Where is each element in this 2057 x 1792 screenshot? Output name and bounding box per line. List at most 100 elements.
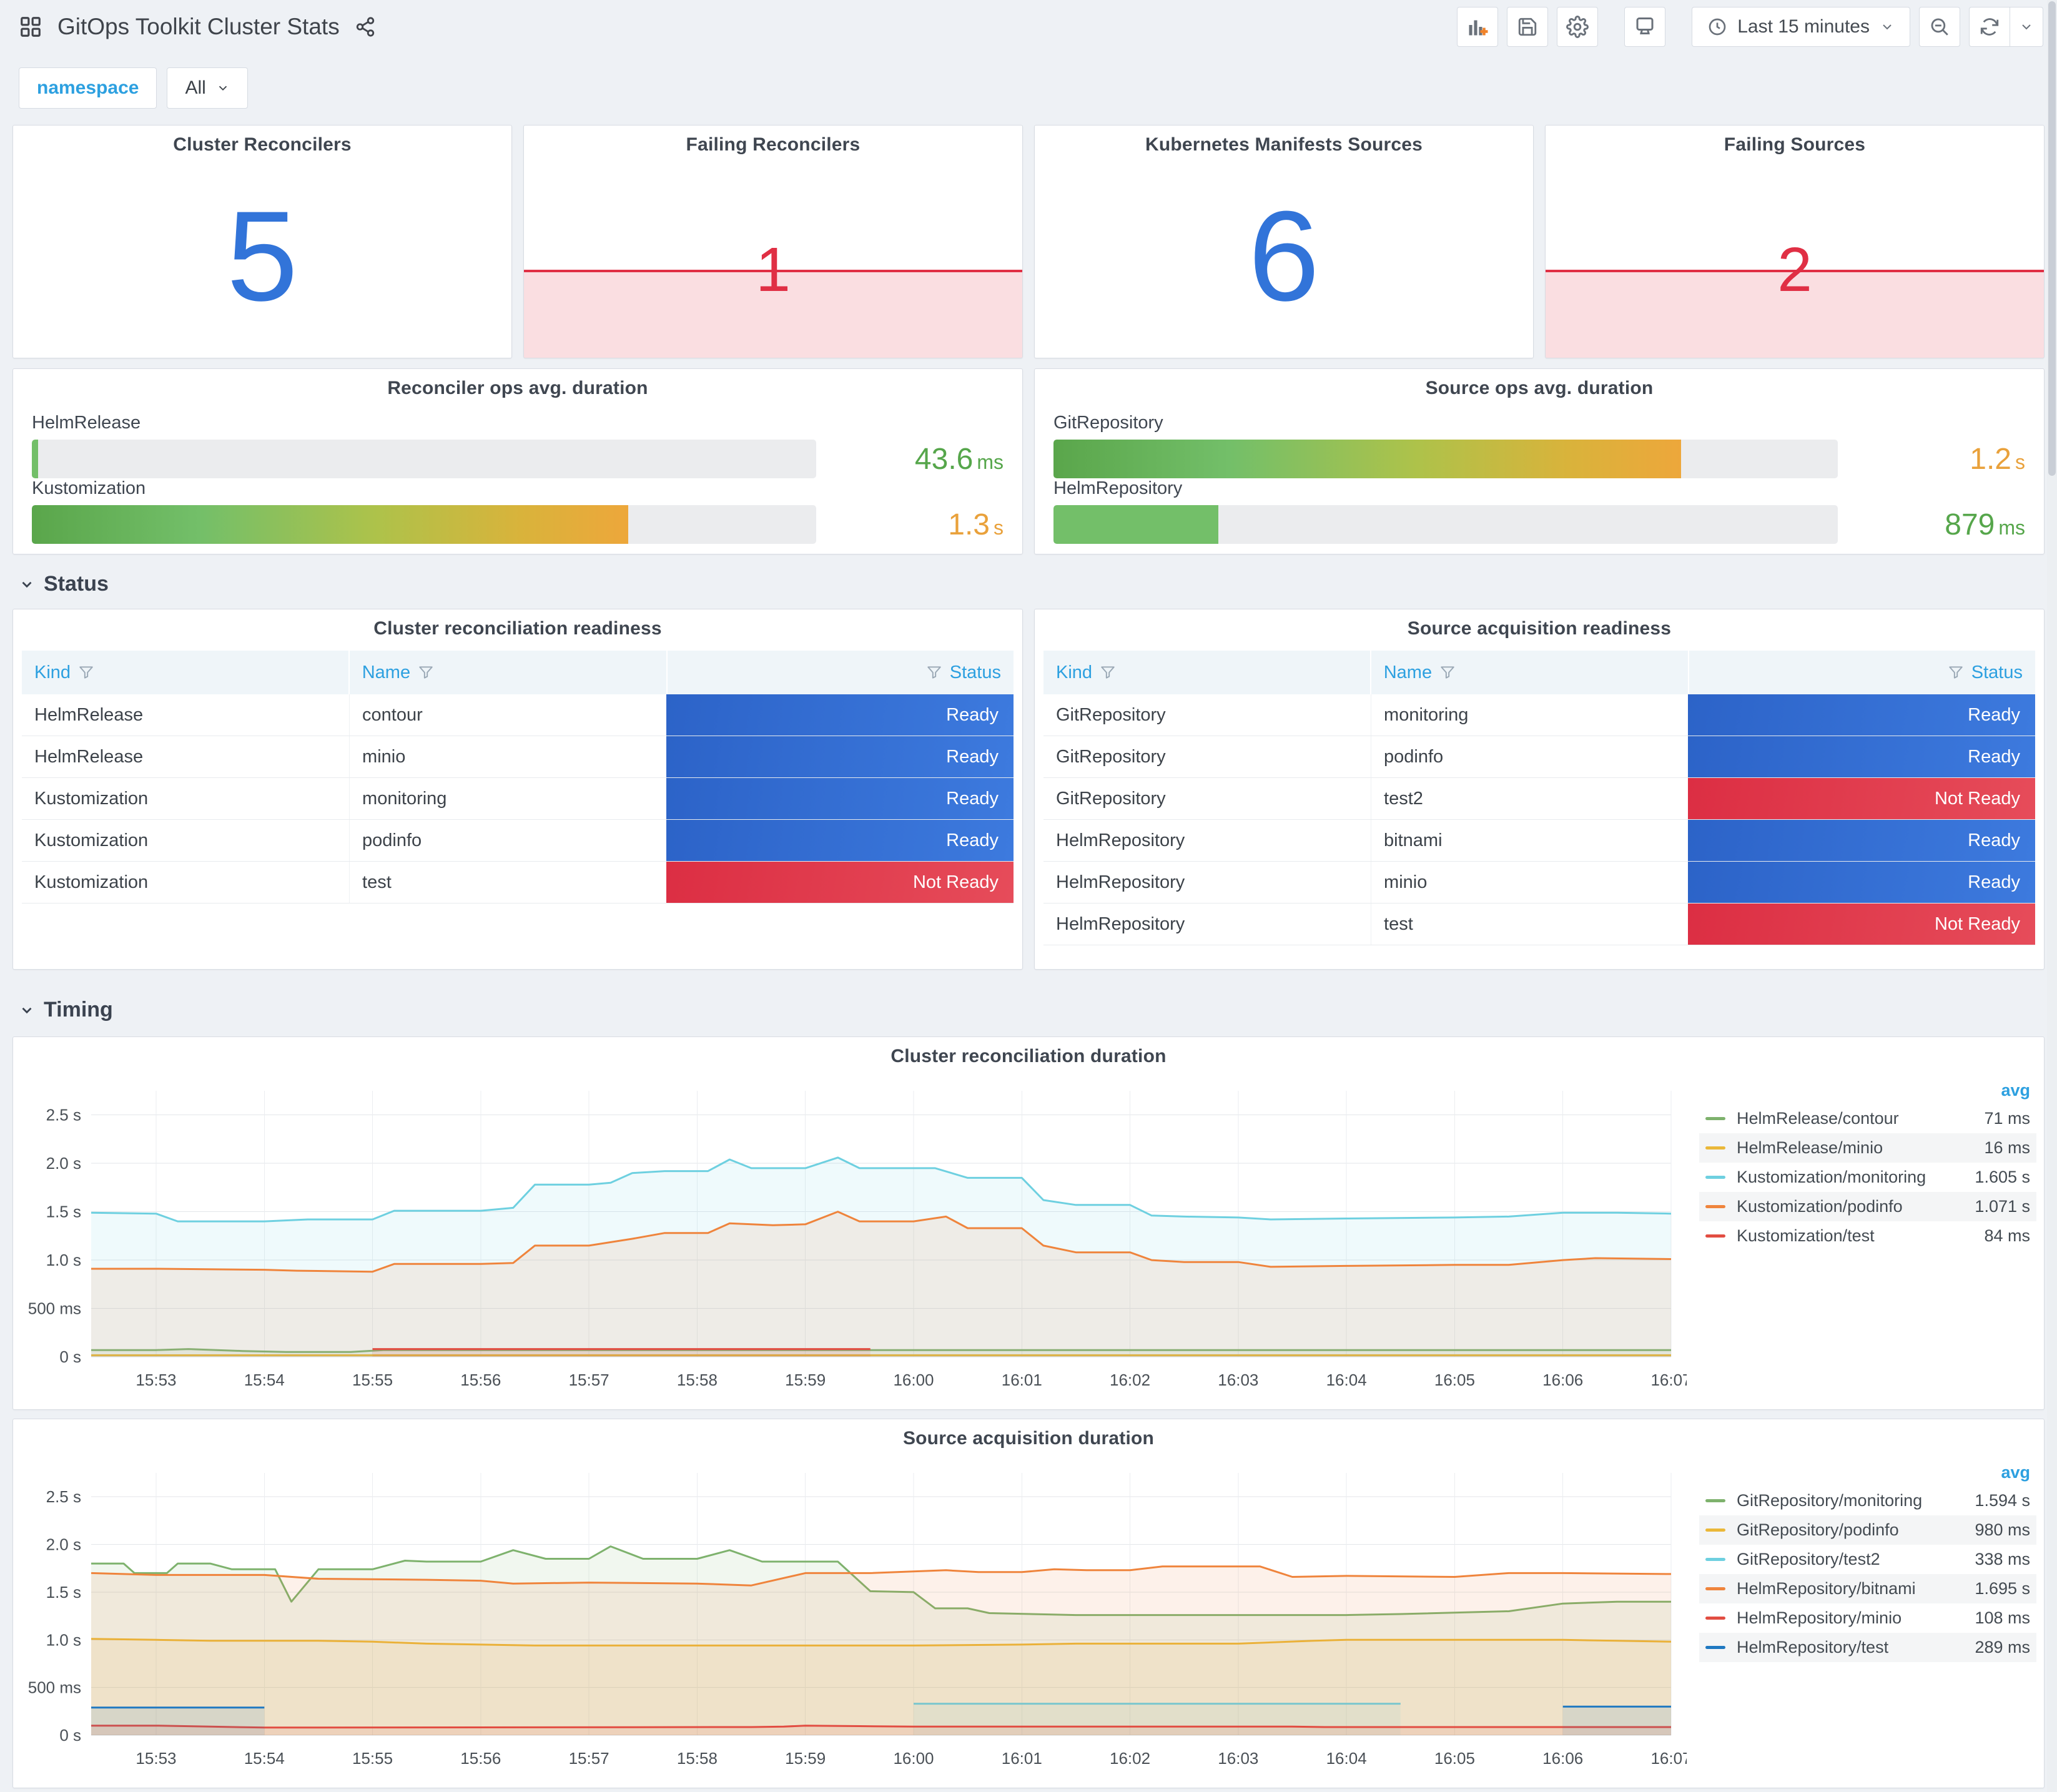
chart-panel-source-acquisition-duration: Source acquisition duration 0 s 500 ms 1.0…: [12, 1419, 2045, 1788]
legend-series-name: Kustomization/test: [1737, 1226, 1875, 1245]
time-series-plot[interactable]: 0 s 500 ms 1.0 s 1.5 s 2.0 s 2.5 s 15:53 15:54 1…: [13, 1454, 1687, 1785]
legend-series-avg: 1.695 s: [1975, 1579, 2030, 1598]
legend-item-kustomization-monitoring[interactable]: Kustomization/monitoring 1.605 s: [1699, 1163, 2036, 1192]
stat-value: 1: [756, 234, 791, 305]
table-panel-title: Cluster reconciliation readiness: [373, 618, 662, 639]
save-dashboard-button[interactable]: [1507, 7, 1549, 47]
table-row[interactable]: GitRepository monitoring Ready: [1043, 694, 2035, 736]
svg-text:16:05: 16:05: [1434, 1371, 1475, 1389]
time-range-picker[interactable]: Last 15 minutes: [1692, 7, 1910, 47]
table-row[interactable]: Kustomization test Not Ready: [22, 862, 1014, 903]
time-series-plot[interactable]: 0 s 500 ms 1.0 s 1.5 s 2.0 s 2.5 s 15:53 15:54 1…: [13, 1072, 1687, 1407]
chart-legend: avg HelmRelease/contour 71 ms HelmRelease/m…: [1699, 1077, 2036, 1251]
svg-text:15:56: 15:56: [460, 1371, 501, 1389]
column-header-kind[interactable]: Kind: [1043, 651, 1370, 694]
chart-title: Cluster reconciliation duration: [890, 1046, 1167, 1066]
share-icon[interactable]: [355, 16, 376, 37]
section-status-label: Status: [44, 572, 109, 596]
refresh-interval-dropdown[interactable]: [2010, 7, 2043, 47]
add-panel-button[interactable]: [1457, 7, 1499, 47]
variables-bar: namespace All: [19, 67, 248, 109]
legend-item-helmrelease-minio[interactable]: HelmRelease/minio 16 ms: [1699, 1133, 2036, 1163]
column-header-kind[interactable]: Kind: [22, 651, 348, 694]
gauge-label: GitRepository: [1053, 413, 1163, 433]
legend-series-color: [1705, 1146, 1725, 1150]
svg-text:2.0 s: 2.0 s: [46, 1154, 81, 1173]
cell-name: monitoring: [1371, 694, 1688, 736]
legend-item-kustomization-test[interactable]: Kustomization/test 84 ms: [1699, 1221, 2036, 1251]
column-header-status[interactable]: Status: [667, 651, 1014, 694]
table-row[interactable]: HelmRepository minio Ready: [1043, 862, 2035, 903]
filter-funnel-icon[interactable]: [926, 664, 942, 681]
stat-panel-title: Kubernetes Manifests Sources: [1145, 134, 1423, 155]
cell-kind: HelmRepository: [1056, 830, 1185, 850]
legend-item-gitrepository-monitoring[interactable]: GitRepository/monitoring 1.594 s: [1699, 1486, 2036, 1515]
legend-item-helmrepository-test[interactable]: HelmRepository/test 289 ms: [1699, 1633, 2036, 1662]
legend-item-helmrepository-minio[interactable]: HelmRepository/minio 108 ms: [1699, 1603, 2036, 1633]
svg-text:15:56: 15:56: [460, 1749, 501, 1768]
refresh-button[interactable]: [1969, 7, 2010, 47]
table-row[interactable]: HelmRelease minio Ready: [22, 736, 1014, 778]
dashboard-grid-icon[interactable]: [19, 15, 42, 39]
svg-text:1.5 s: 1.5 s: [46, 1583, 81, 1602]
section-timing[interactable]: Timing: [19, 998, 113, 1022]
gauge-label: HelmRepository: [1053, 478, 1183, 498]
cell-name: monitoring: [349, 778, 666, 819]
chevron-down-icon: [22, 1007, 32, 1013]
legend-series-color: [1705, 1499, 1725, 1502]
column-header-name[interactable]: Name: [1371, 651, 1688, 694]
page-scrollbar[interactable]: [2047, 0, 2057, 1792]
cell-status: Ready: [666, 820, 1014, 861]
cell-name: test: [349, 862, 666, 903]
svg-text:15:57: 15:57: [569, 1749, 609, 1768]
filter-funnel-icon[interactable]: [1439, 664, 1456, 681]
readiness-table: Kind Name Status GitRepository monitoring Rea…: [1043, 651, 2035, 964]
gauge-fill: [1053, 440, 1681, 478]
legend-series-color: [1705, 1646, 1725, 1649]
variable-namespace-value-dropdown[interactable]: All: [167, 67, 248, 109]
filter-funnel-icon[interactable]: [78, 664, 94, 681]
table-row[interactable]: HelmRelease contour Ready: [22, 694, 1014, 736]
legend-avg-header[interactable]: avg: [1699, 1459, 2036, 1486]
legend-item-helmrepository-bitnami[interactable]: HelmRepository/bitnami 1.695 s: [1699, 1574, 2036, 1603]
legend-item-helmrelease-contour[interactable]: HelmRelease/contour 71 ms: [1699, 1104, 2036, 1133]
legend-item-gitrepository-podinfo[interactable]: GitRepository/podinfo 980 ms: [1699, 1515, 2036, 1545]
table-row[interactable]: HelmRepository test Not Ready: [1043, 903, 2035, 945]
gauge-row-gitrepository: GitRepository 1.2 s: [1053, 413, 2025, 478]
gauge-panel-title: Source ops avg. duration: [1425, 378, 1654, 398]
cell-name: minio: [349, 736, 666, 777]
legend-series-color: [1705, 1176, 1725, 1179]
table-row[interactable]: Kustomization podinfo Ready: [22, 820, 1014, 862]
cycle-view-mode-button[interactable]: [1624, 7, 1666, 47]
section-status[interactable]: Status: [19, 572, 109, 596]
filter-funnel-icon[interactable]: [1948, 664, 1964, 681]
legend-item-kustomization-podinfo[interactable]: Kustomization/podinfo 1.071 s: [1699, 1192, 2036, 1221]
gauge-track: [1053, 440, 1838, 478]
dashboard-settings-button[interactable]: [1557, 7, 1599, 47]
filter-funnel-icon[interactable]: [1100, 664, 1116, 681]
stat-panel-kubernetes-manifests-sources: Kubernetes Manifests Sources 6: [1034, 125, 1534, 358]
stat-value: 6: [1248, 184, 1320, 328]
cell-kind: GitRepository: [1056, 746, 1166, 767]
cell-name: bitnami: [1371, 820, 1688, 861]
cell-status: Ready: [1688, 862, 2035, 903]
stat-panel-failing-reconcilers: Failing Reconcilers 1: [523, 125, 1023, 358]
scrollbar-thumb[interactable]: [2048, 1, 2056, 476]
svg-text:0 s: 0 s: [59, 1347, 81, 1366]
column-header-name[interactable]: Name: [349, 651, 666, 694]
filter-funnel-icon[interactable]: [418, 664, 434, 681]
table-row[interactable]: GitRepository podinfo Ready: [1043, 736, 2035, 778]
gauge-track: [32, 440, 816, 478]
table-row[interactable]: Kustomization monitoring Ready: [22, 778, 1014, 820]
column-header-status[interactable]: Status: [1689, 651, 2035, 694]
legend-item-gitrepository-test2[interactable]: GitRepository/test2 338 ms: [1699, 1545, 2036, 1574]
svg-text:16:00: 16:00: [893, 1371, 934, 1389]
table-row[interactable]: GitRepository test2 Not Ready: [1043, 778, 2035, 820]
zoom-out-time-button[interactable]: [1919, 7, 1960, 47]
svg-text:16:04: 16:04: [1326, 1749, 1367, 1768]
table-row[interactable]: HelmRepository bitnami Ready: [1043, 820, 2035, 862]
stat-panel-failing-sources: Failing Sources 2: [1545, 125, 2045, 358]
gauge-panel-source-ops: Source ops avg. duration GitRepository 1.2…: [1034, 368, 2045, 554]
gauge-value: 1.2 s: [1970, 442, 2025, 476]
legend-avg-header[interactable]: avg: [1699, 1077, 2036, 1104]
